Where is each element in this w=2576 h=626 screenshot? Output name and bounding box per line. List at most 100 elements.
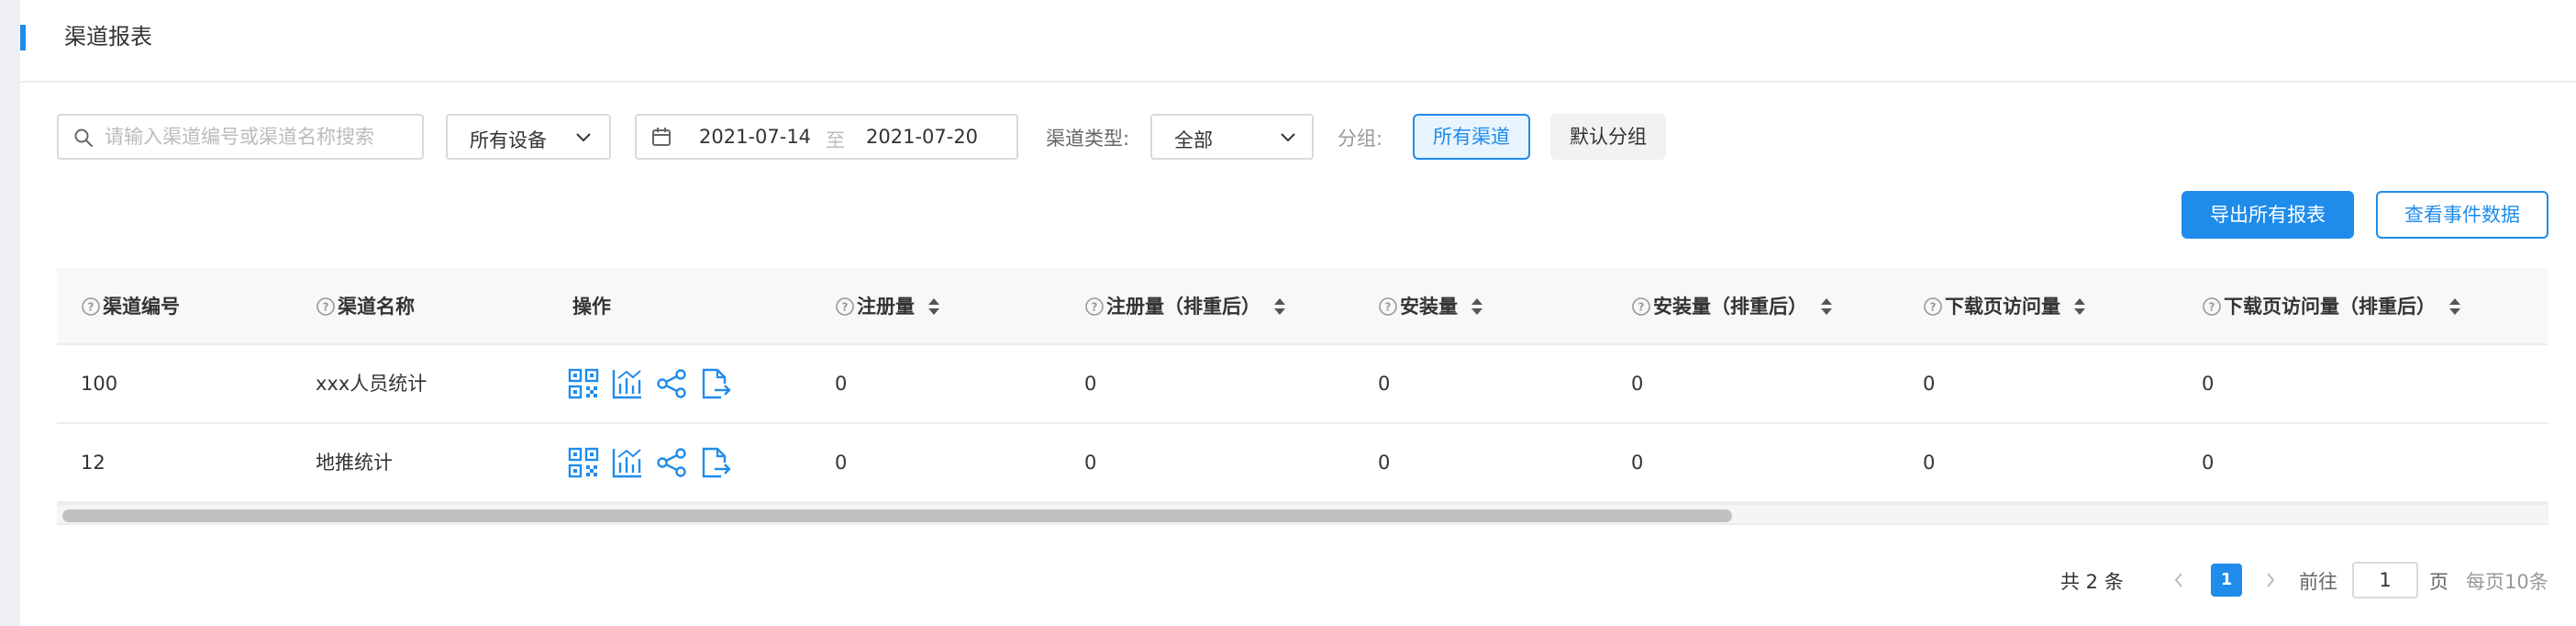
column-header-label: 渠道名称 <box>338 296 415 318</box>
cell-page-visits-dedup: 0 <box>2202 373 2215 395</box>
column-header-installs[interactable]: ? 安装量 <box>1378 268 1483 345</box>
help-icon[interactable]: ? <box>1631 296 1651 317</box>
help-icon[interactable]: ? <box>2202 296 2222 317</box>
help-icon[interactable]: ? <box>835 296 855 317</box>
cell-channel-id: 100 <box>81 373 118 395</box>
group-label: 分组: <box>1338 128 1383 150</box>
pagination-goto-input[interactable] <box>2352 562 2418 598</box>
column-header-channel-name: ? 渠道名称 <box>316 268 415 345</box>
cell-installs: 0 <box>1378 452 1391 474</box>
column-header-channel-id: ? 渠道编号 <box>81 268 180 345</box>
device-select[interactable]: 所有设备 <box>446 114 611 160</box>
cell-channel-name: 地推统计 <box>316 452 393 474</box>
column-header-label: 安装量（排重后） <box>1653 296 1807 318</box>
column-header-label: 注册量 <box>857 296 915 318</box>
cell-page-visits-dedup: 0 <box>2202 452 2215 474</box>
sort-icon[interactable] <box>1273 296 1286 317</box>
column-header-installs-dedup[interactable]: ? 安装量（排重后） <box>1631 268 1833 345</box>
group-default-button[interactable]: 默认分组 <box>1550 114 1666 160</box>
column-header-label: 渠道编号 <box>103 296 180 318</box>
cell-registrations: 0 <box>835 373 848 395</box>
help-icon[interactable]: ? <box>316 296 336 317</box>
column-header-registrations-dedup[interactable]: ? 注册量（排重后） <box>1084 268 1286 345</box>
column-header-label: 安装量 <box>1400 296 1458 318</box>
help-icon[interactable]: ? <box>1378 296 1398 317</box>
scrollbar-thumb[interactable] <box>62 509 1732 522</box>
page-title: 渠道报表 <box>64 24 152 50</box>
column-header-registrations[interactable]: ? 注册量 <box>835 268 940 345</box>
svg-text:?: ? <box>842 301 849 314</box>
cell-registrations-dedup: 0 <box>1084 452 1097 474</box>
svg-text:?: ? <box>1092 301 1098 314</box>
sort-icon[interactable] <box>927 296 940 317</box>
channel-report-table: ? 渠道编号 ? 渠道名称 操作 ? 注册量 ? 注册量（排重后） ? 安装量 ? 安装量（… <box>57 268 2548 531</box>
column-header-label: 注册量（排重后） <box>1106 296 1260 318</box>
column-header-label: 下载页访问量 <box>1945 296 2060 318</box>
pagination-page-suffix: 页 <box>2429 571 2448 593</box>
cell-page-visits: 0 <box>1923 452 1936 474</box>
help-icon[interactable]: ? <box>1084 296 1105 317</box>
chevron-right-icon[interactable] <box>2262 569 2279 591</box>
export-all-reports-button[interactable]: 导出所有报表 <box>2182 191 2354 239</box>
chevron-down-icon <box>1281 133 1295 142</box>
svg-text:?: ? <box>2209 301 2215 314</box>
device-select-value: 所有设备 <box>470 129 547 151</box>
svg-text:?: ? <box>1638 301 1645 314</box>
cell-channel-id: 12 <box>81 452 105 474</box>
table-header: ? 渠道编号 ? 渠道名称 操作 ? 注册量 ? 注册量（排重后） ? 安装量 ? 安装量（… <box>57 268 2548 345</box>
cell-installs-dedup: 0 <box>1631 373 1644 395</box>
cell-channel-name: xxx人员统计 <box>316 373 427 395</box>
date-separator: 至 <box>826 129 845 151</box>
export-file-icon[interactable] <box>699 446 732 479</box>
cell-installs: 0 <box>1378 373 1391 395</box>
svg-text:?: ? <box>1930 301 1937 314</box>
date-start[interactable]: 2021-07-14 <box>699 126 811 148</box>
title-accent-bar <box>20 25 26 50</box>
cell-registrations-dedup: 0 <box>1084 373 1097 395</box>
help-icon[interactable]: ? <box>81 296 101 317</box>
table-row: 12 地推统计 0 0 0 0 0 0 0 <box>57 424 2548 503</box>
search-input[interactable] <box>105 124 407 150</box>
date-end[interactable]: 2021-07-20 <box>866 126 978 148</box>
sort-icon[interactable] <box>2448 296 2461 317</box>
calendar-icon <box>652 128 671 146</box>
export-file-icon[interactable] <box>699 367 732 400</box>
app-window: 渠道报表 所有设备 2021-07-14 至 2021-07-20 渠道类型: … <box>20 0 2576 626</box>
chevron-down-icon <box>576 133 591 142</box>
search-box[interactable] <box>57 114 424 160</box>
group-all-button[interactable]: 所有渠道 <box>1413 114 1530 160</box>
title-bar: 渠道报表 <box>20 0 2576 83</box>
search-icon <box>74 129 93 147</box>
svg-text:?: ? <box>1385 301 1392 314</box>
cell-page-visits: 0 <box>1923 373 1936 395</box>
channel-type-select[interactable]: 全部 <box>1150 114 1314 160</box>
view-event-data-button[interactable]: 查看事件数据 <box>2376 191 2548 239</box>
svg-text:?: ? <box>88 301 94 314</box>
pagination-page-1[interactable]: 1 <box>2211 564 2242 597</box>
cell-installs-dedup: 0 <box>1631 452 1644 474</box>
qrcode-icon[interactable] <box>567 367 600 400</box>
column-header-page-visits[interactable]: ? 下载页访问量 <box>1923 268 2086 345</box>
date-range-picker[interactable]: 2021-07-14 至 2021-07-20 <box>635 114 1018 160</box>
svg-text:?: ? <box>323 301 329 314</box>
qrcode-icon[interactable] <box>567 446 600 479</box>
sort-icon[interactable] <box>1820 296 1833 317</box>
chart-icon[interactable] <box>611 446 644 479</box>
channel-type-value: 全部 <box>1174 129 1213 151</box>
pagination-page-size[interactable]: 每页10条 <box>2466 567 2548 595</box>
pagination-goto-label: 前往 <box>2299 571 2337 593</box>
column-header-actions: 操作 <box>572 268 611 345</box>
horizontal-scrollbar[interactable] <box>57 503 2548 525</box>
cell-registrations: 0 <box>835 452 848 474</box>
sort-icon[interactable] <box>2073 296 2086 317</box>
sort-icon[interactable] <box>1471 296 1483 317</box>
help-icon[interactable]: ? <box>1923 296 1943 317</box>
chevron-left-icon[interactable] <box>2171 569 2187 591</box>
share-icon[interactable] <box>655 367 688 400</box>
chart-icon[interactable] <box>611 367 644 400</box>
column-header-label: 下载页访问量（排重后） <box>2224 296 2436 318</box>
table-row: 100 xxx人员统计 0 0 0 0 0 0 <box>57 345 2548 424</box>
column-header-label: 操作 <box>572 296 611 318</box>
share-icon[interactable] <box>655 446 688 479</box>
column-header-page-visits-dedup[interactable]: ? 下载页访问量（排重后） <box>2202 268 2461 345</box>
